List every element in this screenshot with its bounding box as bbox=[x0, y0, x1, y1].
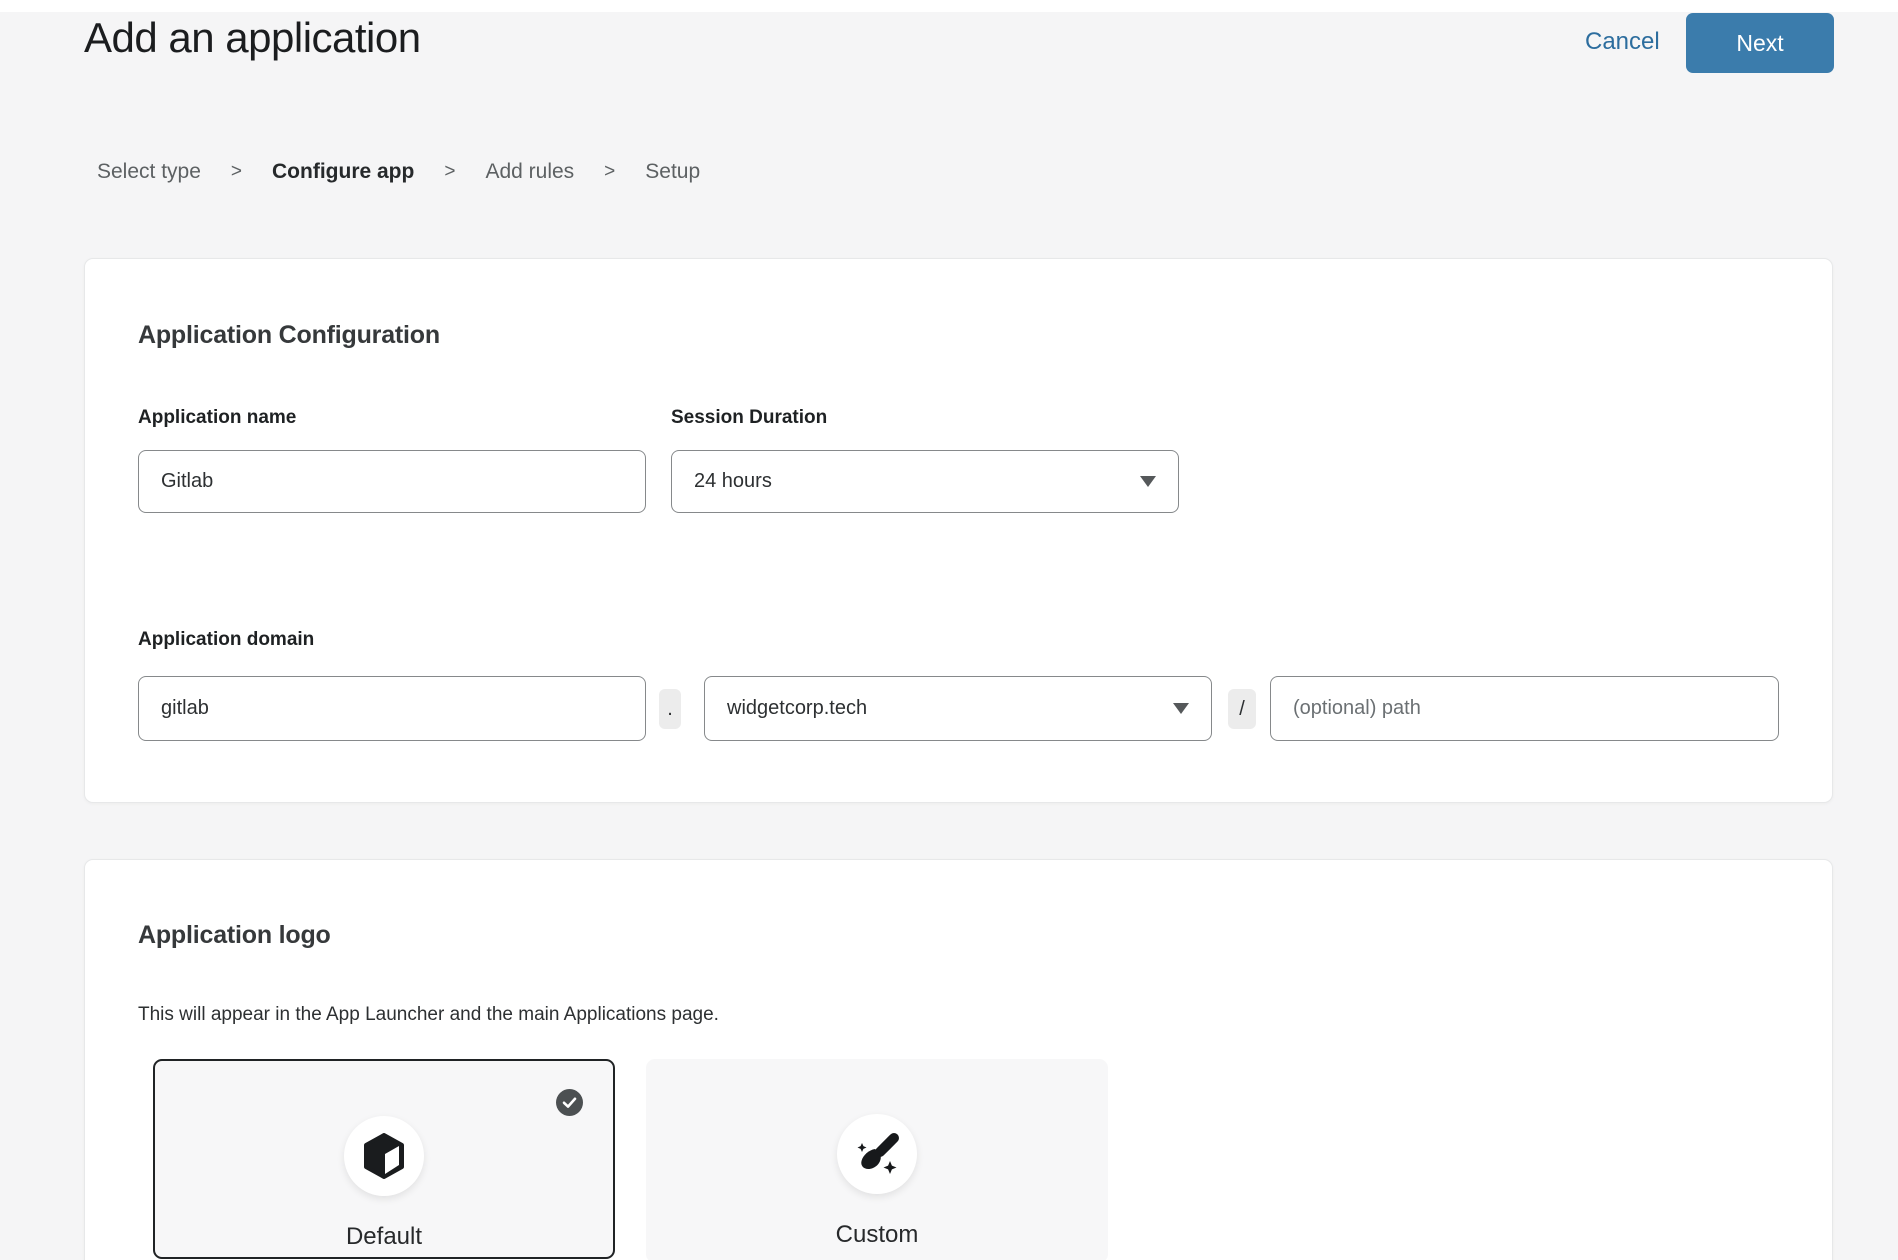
breadcrumb-step-add-rules[interactable]: Add rules bbox=[485, 160, 574, 184]
logo-option-default[interactable]: Default bbox=[153, 1059, 615, 1259]
default-tile-label: Default bbox=[155, 1223, 613, 1251]
page-title: Add an application bbox=[84, 14, 421, 62]
application-logo-title: Application logo bbox=[138, 921, 331, 950]
application-logo-card: Application logo This will appear in the… bbox=[84, 859, 1833, 1260]
paintbrush-icon bbox=[854, 1131, 900, 1177]
application-name-label: Application name bbox=[138, 407, 296, 429]
session-duration-label: Session Duration bbox=[671, 407, 827, 429]
cancel-button[interactable]: Cancel bbox=[1585, 28, 1660, 56]
check-icon bbox=[556, 1089, 583, 1116]
top-strip bbox=[0, 0, 1898, 12]
breadcrumb-separator: > bbox=[231, 161, 242, 183]
application-logo-description: This will appear in the App Launcher and… bbox=[138, 1004, 719, 1026]
application-name-input[interactable] bbox=[138, 450, 646, 513]
custom-logo-circle bbox=[837, 1114, 917, 1194]
application-configuration-card: Application Configuration Application na… bbox=[84, 258, 1833, 803]
path-input[interactable] bbox=[1270, 676, 1779, 741]
custom-tile-label: Custom bbox=[646, 1221, 1108, 1249]
chevron-down-icon bbox=[1140, 476, 1156, 487]
session-duration-select[interactable]: 24 hours bbox=[671, 450, 1179, 513]
next-button[interactable]: Next bbox=[1686, 13, 1834, 73]
subdomain-input[interactable] bbox=[138, 676, 646, 741]
selected-check-badge bbox=[556, 1089, 583, 1116]
default-logo-circle bbox=[344, 1116, 424, 1196]
domain-select[interactable]: widgetcorp.tech bbox=[704, 676, 1212, 741]
chevron-down-icon bbox=[1173, 703, 1189, 714]
application-domain-label: Application domain bbox=[138, 629, 314, 651]
domain-select-value: widgetcorp.tech bbox=[727, 697, 867, 720]
breadcrumb-separator: > bbox=[444, 161, 455, 183]
session-duration-value: 24 hours bbox=[694, 470, 772, 493]
dot-separator: . bbox=[659, 689, 681, 729]
breadcrumb-step-configure-app[interactable]: Configure app bbox=[272, 160, 414, 184]
slash-separator: / bbox=[1228, 689, 1256, 729]
breadcrumb-step-select-type[interactable]: Select type bbox=[97, 160, 201, 184]
breadcrumb-step-setup[interactable]: Setup bbox=[645, 160, 700, 184]
breadcrumb-separator: > bbox=[604, 161, 615, 183]
breadcrumb: Select type > Configure app > Add rules … bbox=[97, 160, 700, 184]
application-configuration-title: Application Configuration bbox=[138, 321, 440, 350]
logo-option-custom[interactable]: Custom bbox=[646, 1059, 1108, 1260]
cube-icon bbox=[363, 1133, 405, 1179]
